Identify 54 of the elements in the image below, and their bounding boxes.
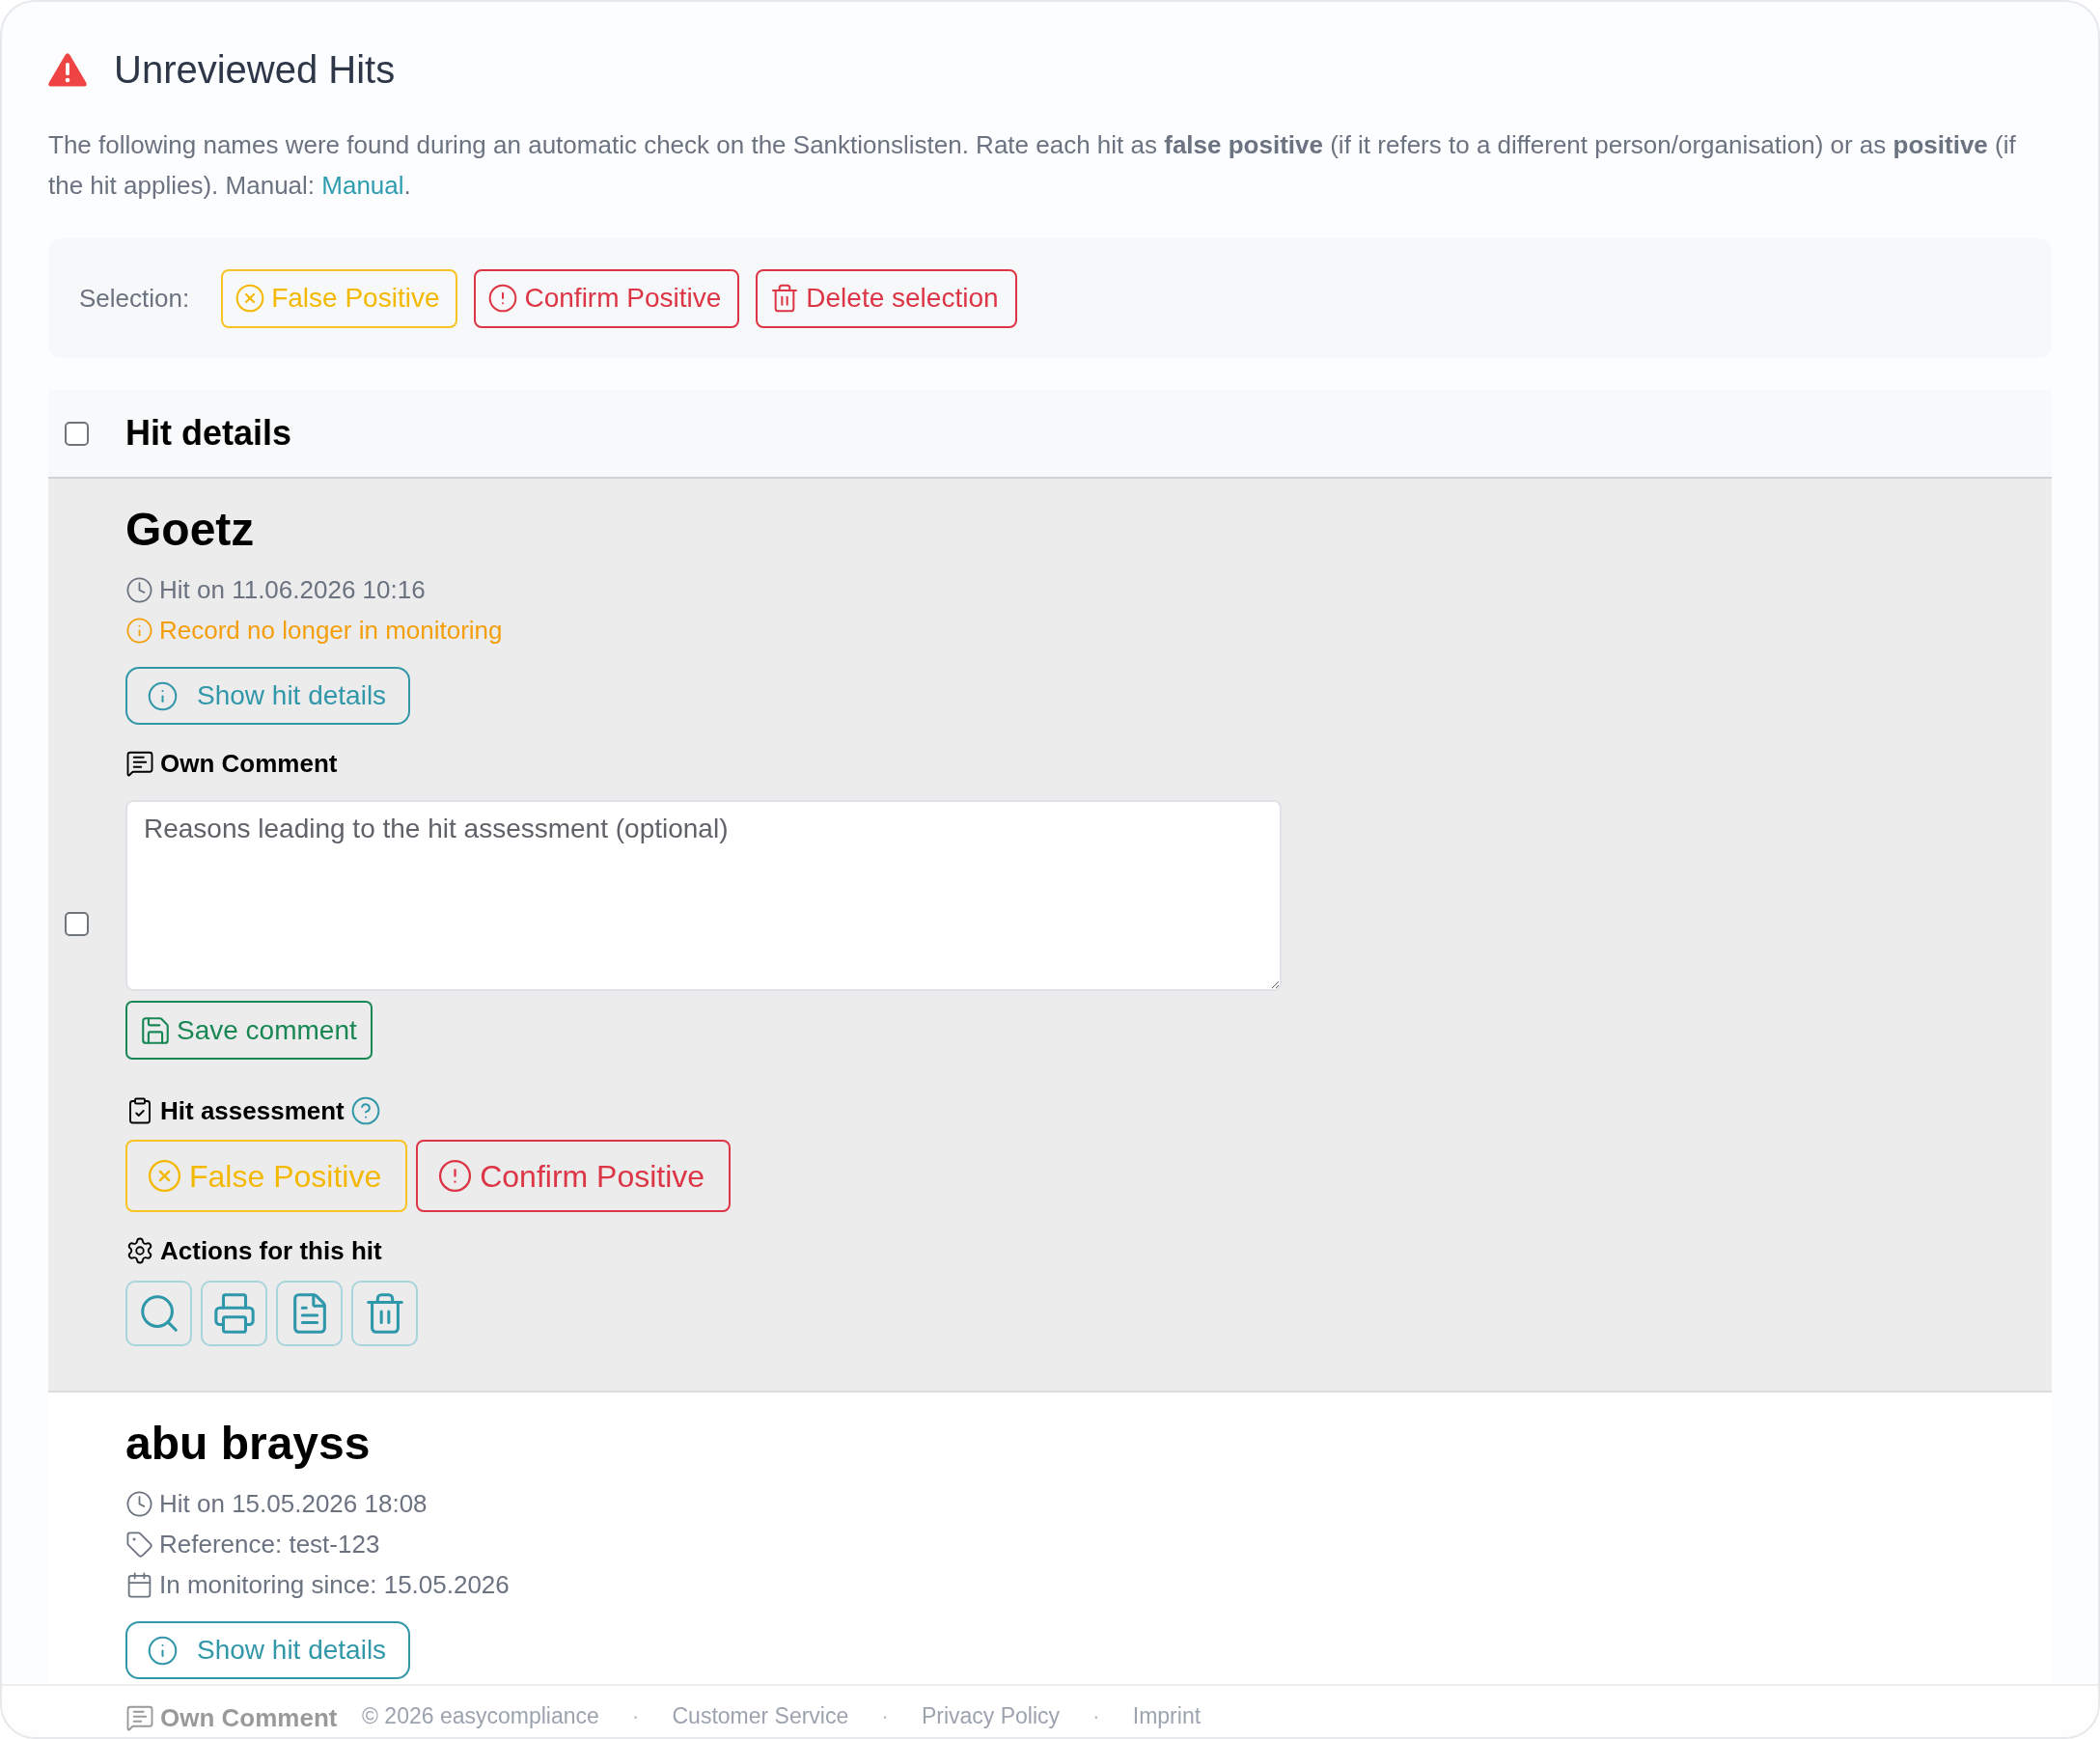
manual-link[interactable]: Manual [321, 171, 404, 200]
section-label: Own Comment [160, 1702, 338, 1734]
warning-icon [48, 52, 87, 87]
gear-icon [125, 1236, 154, 1265]
false-positive-button[interactable]: False Positive [221, 268, 458, 328]
monitoring-since-text: In monitoring since: 15.05.2026 [159, 1568, 510, 1601]
list-header-title: Hit details [125, 412, 293, 455]
printer-icon [211, 1291, 257, 1336]
info-icon [147, 679, 179, 712]
footer-link[interactable]: Privacy Policy [921, 1702, 1061, 1729]
search-button[interactable] [125, 1281, 192, 1346]
save-comment-button[interactable]: Save comment [125, 1001, 373, 1060]
copyright-text: © 2026 easycompliance [362, 1702, 599, 1729]
calendar-icon [125, 1570, 153, 1599]
print-button[interactable] [201, 1281, 267, 1346]
comment-icon [125, 1703, 154, 1732]
footer-separator: · [881, 1702, 889, 1729]
checkbox[interactable] [65, 421, 89, 446]
confirm-positive-button[interactable]: Confirm Positive [474, 268, 740, 328]
x-circle-icon [147, 1158, 182, 1194]
tag-icon [125, 1530, 153, 1559]
document-button[interactable] [276, 1281, 343, 1346]
intro-text: The following names were found during an automatic check on the Sanktionslisten. Rate each hit as false positive (if it refers to a different person/organisation) or as positive (if the hit applies). Manual: Manual. [48, 129, 2017, 202]
hit-name: Goetz [125, 503, 255, 557]
exclamation-circle-icon [437, 1158, 474, 1194]
delete-button[interactable] [351, 1281, 418, 1346]
info-icon [147, 1634, 179, 1667]
page-title: Unreviewed Hits [114, 47, 396, 93]
reference-text: Reference: test-123 [159, 1528, 380, 1560]
show-details-button[interactable]: Show hit details [125, 1621, 411, 1679]
footer-link[interactable]: Imprint [1132, 1702, 1202, 1729]
x-circle-icon [235, 283, 266, 314]
info-icon [125, 616, 153, 645]
show-details-button[interactable]: Show hit details [125, 667, 411, 725]
confirm-positive-button[interactable]: Confirm Positive [416, 1140, 732, 1212]
section-label: Own Comment [160, 748, 338, 780]
checkbox[interactable] [65, 912, 89, 936]
hit-time-text: Hit on 11.06.2026 10:16 [159, 573, 426, 606]
hit-time-text: Hit on 15.05.2026 18:08 [159, 1487, 428, 1520]
delete-selection-button[interactable]: Delete selection [756, 268, 1017, 328]
selection-label: Selection: [79, 282, 190, 315]
footer-separator: · [631, 1702, 640, 1729]
comment-icon [125, 749, 154, 778]
section-label: Actions for this hit [160, 1235, 382, 1267]
hit-name: abu brayss [125, 1417, 371, 1471]
section-label: Hit assessment [160, 1095, 345, 1127]
exclamation-circle-icon [487, 283, 519, 314]
status-warning-text: Record no longer in monitoring [159, 614, 503, 647]
clock-icon [125, 1489, 153, 1518]
footer-separator: · [1092, 1702, 1100, 1729]
clock-icon [125, 575, 153, 604]
footer-link[interactable]: Customer Service [672, 1702, 849, 1729]
comment-field[interactable]: Reasons leading to the hit assessment (optional) [125, 800, 1282, 991]
help-icon[interactable] [349, 1095, 381, 1126]
